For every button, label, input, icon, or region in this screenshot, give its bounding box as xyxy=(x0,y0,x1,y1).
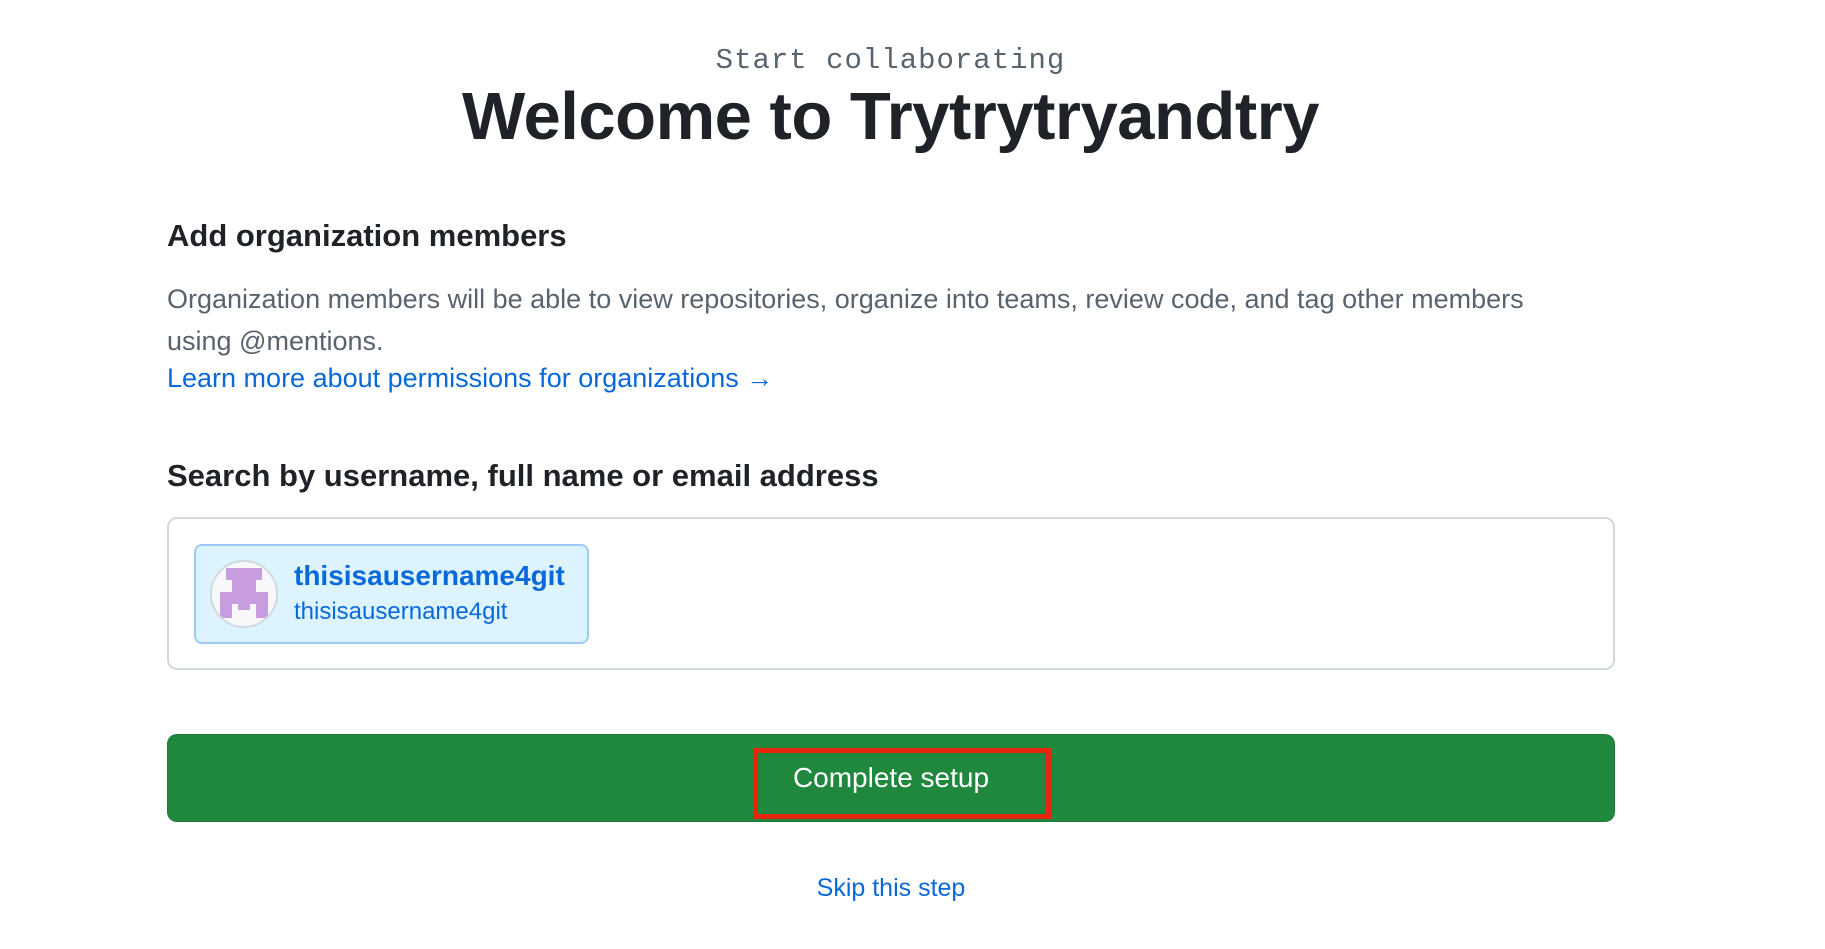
identicon-avatar xyxy=(210,560,278,628)
learn-more-permissions-link[interactable]: Learn more about permissions for organiz… xyxy=(167,363,773,394)
members-section-description: Organization members will be able to vie… xyxy=(167,284,1524,356)
search-label: Search by username, full name or email a… xyxy=(167,458,879,493)
selected-user-login: thisisausername4git xyxy=(294,598,508,625)
members-section-heading: Add organization members xyxy=(167,218,567,253)
identicon-icon xyxy=(212,562,276,626)
org-setup-page: Start collaborating Welcome to Trytrytry… xyxy=(0,0,1825,949)
selected-user-name: thisisausername4git xyxy=(294,560,565,591)
page-title: Welcome to Trytrytryandtry xyxy=(461,79,1320,154)
page-eyebrow: Start collaborating xyxy=(715,44,1066,77)
member-search-input[interactable] xyxy=(609,544,1589,644)
skip-step-link[interactable]: Skip this step xyxy=(167,874,1615,903)
complete-setup-button[interactable]: Complete setup xyxy=(167,734,1615,822)
member-search-box[interactable]: thisisausername4git thisisausername4git xyxy=(167,517,1615,670)
selected-user-chip[interactable]: thisisausername4git thisisausername4git xyxy=(194,544,589,644)
complete-setup-label: Complete setup xyxy=(792,762,990,793)
